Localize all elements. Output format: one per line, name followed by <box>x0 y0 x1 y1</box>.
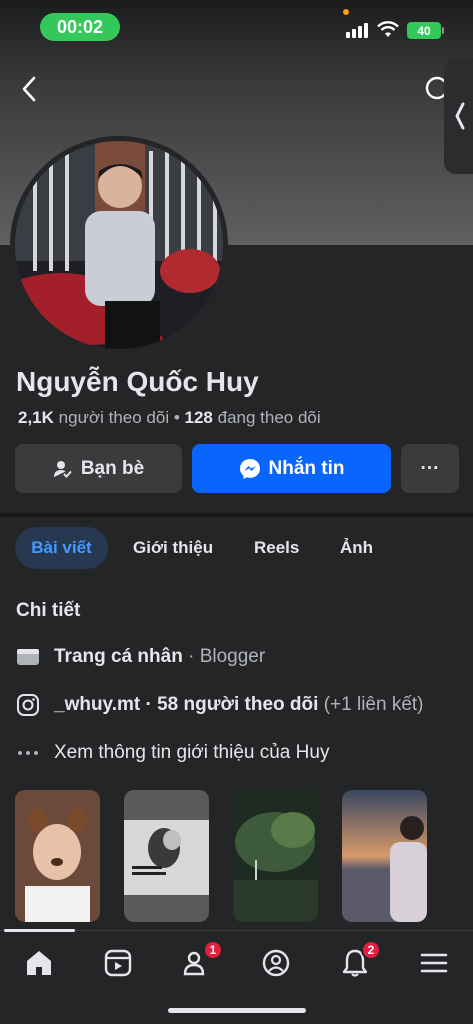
message-button-label: Nhắn tin <box>268 457 345 479</box>
detail-see-more[interactable]: Xem thông tin giới thiệu của Huy <box>16 740 329 766</box>
following-count[interactable]: 128 <box>185 408 213 427</box>
nav-notifications[interactable]: 2 <box>335 940 381 983</box>
friends-button-label: Bạn bè <box>80 457 145 479</box>
tab-reels[interactable]: Reels <box>254 527 299 569</box>
more-options-button[interactable]: ··· <box>401 444 459 493</box>
more-icon: ··· <box>420 457 440 479</box>
nav-friends[interactable]: 1 <box>177 940 223 983</box>
menu-icon <box>420 953 448 973</box>
following-label[interactable]: đang theo dõi <box>218 408 321 427</box>
more-dots-icon <box>16 749 40 757</box>
chevron-left-icon <box>22 76 36 102</box>
featured-photo[interactable] <box>124 790 209 922</box>
avatar-photo <box>15 141 223 349</box>
friend-check-icon <box>53 460 72 478</box>
featured-photo[interactable] <box>15 790 100 922</box>
chevron-left-icon <box>455 102 465 130</box>
details-heading: Chi tiết <box>16 600 81 621</box>
see-more-about-label: Xem thông tin giới thiệu của Huy <box>54 742 330 763</box>
message-button[interactable]: Nhắn tin <box>192 444 391 493</box>
profile-avatar[interactable] <box>10 136 228 354</box>
followers-count[interactable]: 2,1K <box>18 408 54 427</box>
home-indicator[interactable] <box>168 1008 306 1013</box>
home-icon <box>27 951 51 975</box>
battery-nub <box>442 27 444 34</box>
page-type-label: Trang cá nhân <box>54 646 183 667</box>
profile-name: Nguyễn Quốc Huy <box>16 366 259 397</box>
profile-icon <box>262 949 290 977</box>
status-bar: 00:02 40 <box>0 0 473 56</box>
page-flag-icon <box>16 647 40 667</box>
notifications-badge: 2 <box>361 940 381 960</box>
battery-indicator: 40 <box>407 22 441 39</box>
featured-photo[interactable] <box>342 790 427 922</box>
back-button[interactable] <box>14 72 44 106</box>
status-time: 00:02 <box>40 13 120 41</box>
friends-badge: 1 <box>203 940 223 960</box>
privacy-indicator-dot <box>343 9 349 15</box>
tab-about[interactable]: Giới thiệu <box>133 527 213 569</box>
cellular-signal-icon <box>346 22 368 38</box>
side-panel-handle[interactable] <box>444 58 473 174</box>
tab-posts[interactable]: Bài viết <box>15 527 108 569</box>
wifi-icon <box>377 21 399 37</box>
nav-home[interactable] <box>19 943 59 983</box>
messenger-icon <box>239 458 260 479</box>
instagram-icon <box>16 693 40 717</box>
nav-video[interactable] <box>98 943 138 983</box>
followers-label[interactable]: người theo dõi <box>59 408 169 427</box>
instagram-handle[interactable]: _whuy.mt <box>54 694 140 715</box>
friends-button[interactable]: Bạn bè <box>15 444 182 493</box>
page-category: · Blogger <box>182 646 266 667</box>
detail-page-type: Trang cá nhân · Blogger <box>16 644 265 670</box>
detail-instagram[interactable]: _whuy.mt · 58 người theo dõi (+1 liên kế… <box>16 692 424 718</box>
follow-stats: 2,1K người theo dõi • 128 đang theo dõi <box>18 408 321 428</box>
stats-separator: • <box>173 408 180 427</box>
instagram-followers: · 58 người theo dõi <box>140 694 319 715</box>
featured-photo[interactable] <box>233 790 318 922</box>
nav-menu[interactable] <box>414 943 454 983</box>
active-tab-indicator <box>4 929 75 932</box>
instagram-extra-links[interactable]: (+1 liên kết) <box>318 694 424 715</box>
nav-profile[interactable] <box>256 943 296 983</box>
tab-photos[interactable]: Ảnh <box>340 527 373 569</box>
section-divider <box>0 513 473 517</box>
video-icon <box>104 949 132 977</box>
